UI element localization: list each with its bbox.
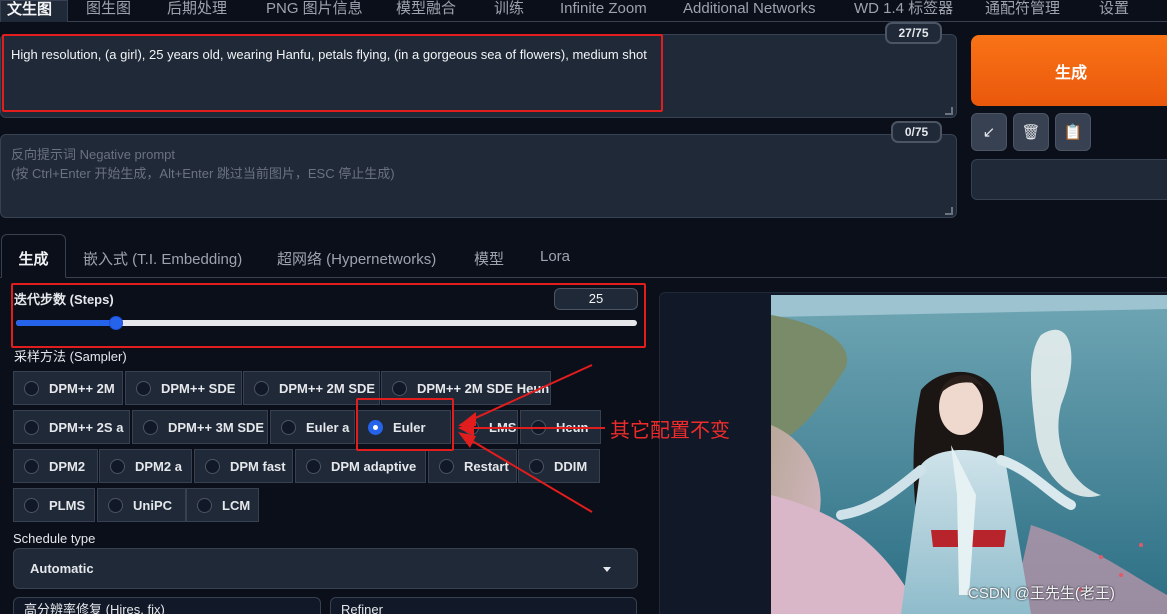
annotation-arrows [458, 364, 605, 513]
annotation-text: 其它配置不变 [610, 420, 730, 442]
watermark: CSDN @王先生(老王) [968, 585, 1115, 602]
